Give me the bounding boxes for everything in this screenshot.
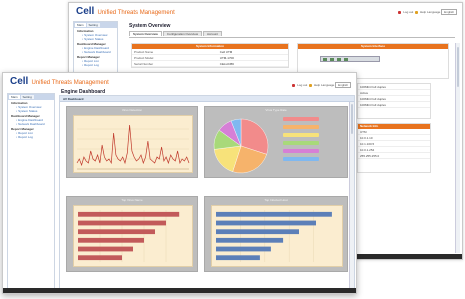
vertical-scrollbar[interactable] [455,43,460,253]
subtabs: System Overview Configuration Overview A… [129,31,222,36]
language-select[interactable]: English [335,82,351,88]
legend-swatch [283,141,319,145]
scrollbar-thumb[interactable] [457,47,459,87]
row-value: CELL0456 [219,62,234,66]
tab-system-overview[interactable]: System Overview [129,31,162,36]
bar [216,246,271,252]
dashboard-header: AV Dashboard [60,96,354,102]
row-key: Product Name [134,50,154,54]
pie-chart-svg [213,118,269,174]
row-key: Serial Number [134,62,154,66]
bar [216,211,332,217]
port-icon [344,58,349,61]
sidebar-item-report-log[interactable]: Report Log [8,135,54,139]
tab-setting[interactable]: Setting [86,23,100,27]
engine-dashboard-window: Cell Unified Threats Management Log out … [2,72,357,294]
port-icon [337,58,342,61]
tab-configuration-overview[interactable]: Configuration Overview [162,31,203,36]
bar [216,229,299,235]
bar [216,255,260,261]
table-row: Serial Number CELL0456 [132,61,288,67]
row-value: Cell UTM [219,50,233,54]
bar [216,220,316,226]
top-links: Log out Help Language English [397,9,457,15]
logout-icon[interactable] [292,83,296,87]
bar [78,237,144,243]
interface-status-list: 100Mbit Full duplex Active 100Mbit Full … [357,83,431,119]
tab-setting[interactable]: Setting [20,95,34,99]
chart-plot-area [211,205,343,267]
chart-title: Top Infected Host [264,198,288,202]
brand-name: Cell [10,76,29,87]
logout-link[interactable]: Log out [297,83,307,87]
bar [216,237,284,243]
chart-title: Virus Detection [121,108,143,112]
top-virus-chart: Top Virus Name [66,196,198,272]
chart-plot-area [73,115,193,173]
vertical-scrollbar[interactable] [349,102,354,290]
virus-type-chart: Virus Type Rate [204,106,348,178]
list-item: 255.255.255.0 [358,153,430,159]
legend-swatch [283,133,319,137]
line-chart-svg [76,124,190,170]
bar [78,211,180,217]
status-bar [3,288,356,293]
port-icon [323,58,327,61]
help-link[interactable]: Help [420,10,426,14]
chart-title: Top Virus Name [121,198,143,202]
brand-suffix: Unified Threats Management [97,10,175,16]
help-icon[interactable] [309,83,313,87]
scrollbar-thumb[interactable] [351,104,353,134]
row-key: Product Model [134,56,154,60]
brand-name: Cell [76,6,95,17]
chart-plot-area [73,205,193,267]
bar [78,229,155,235]
bar [78,255,122,261]
legend-swatch [283,117,319,121]
tab-account[interactable]: Account [203,31,222,36]
page-title: System Overview [129,23,171,29]
pie-legend [279,117,339,175]
help-link[interactable]: Help [314,83,320,87]
legend-swatch [283,125,319,129]
legend-swatch [283,157,319,161]
top-host-chart: Top Infected Host [204,196,348,272]
bar [78,246,133,252]
language-label: Language [320,83,335,87]
language-select[interactable]: English [441,9,457,15]
tab-main[interactable]: Main [9,95,20,99]
dashboard-frame: AV Dashboard Virus Detection Virus Type … [59,95,355,291]
tab-main[interactable]: Main [75,23,86,27]
row-value: UTM-1700 [219,56,234,60]
bar-chart-svg [78,210,180,262]
logout-icon[interactable] [398,10,402,14]
help-icon[interactable] [415,10,419,14]
list-item: 100Mbit Full duplex [358,102,430,108]
logout-link[interactable]: Log out [403,10,413,14]
tab-divider [129,37,455,38]
port-icon [330,58,335,61]
virus-detection-chart: Virus Detection [66,106,198,178]
sidebar: Main Setting Information System Overview… [7,93,55,291]
appliance-image [320,56,380,62]
brand-logo: Cell Unified Threats Management [10,76,109,87]
legend-swatch [283,149,319,153]
sidebar-item-report-log[interactable]: Report Log [74,63,117,67]
language-label: Language [426,10,441,14]
system-info-table: System Information Product Name Cell UTM… [131,43,289,68]
network-info-panel: Network Info UTM 10.0.1.10 10.1.100.5 10… [357,123,431,173]
brand-logo: Cell Unified Threats Management [76,6,175,17]
brand-suffix: Unified Threats Management [31,80,109,86]
bar-chart-svg [216,210,332,262]
system-interface-title: System Interface [298,44,448,49]
bar [78,220,166,226]
top-links: Log out Help Language English [291,82,351,88]
chart-title: Virus Type Rate [265,108,287,112]
